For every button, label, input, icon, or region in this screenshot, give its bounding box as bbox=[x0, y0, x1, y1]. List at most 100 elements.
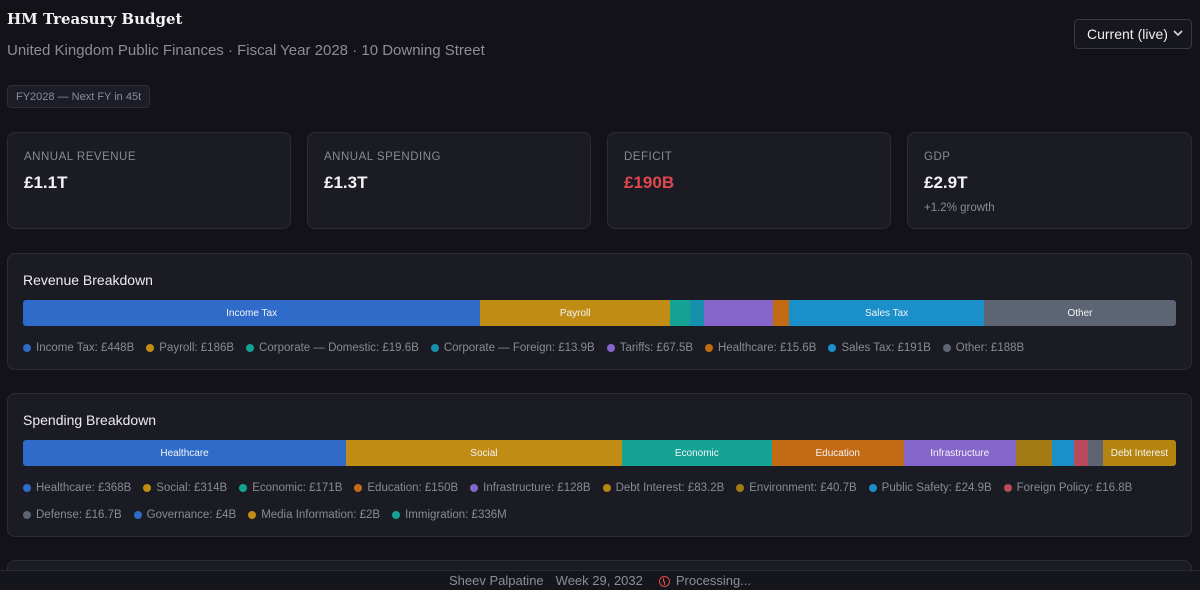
revenue-legend-item-other: Other: £188B bbox=[942, 341, 1025, 354]
stat-value: £2.9T bbox=[924, 173, 968, 192]
legend-label: Media Information: £2B bbox=[261, 508, 381, 521]
revenue-legend: Income Tax: £448B Payroll: £186B Corporate… bbox=[23, 341, 1176, 354]
stat-label: GDP bbox=[924, 151, 951, 163]
revenue-segment-payroll: Payroll bbox=[480, 300, 671, 326]
legend-label: Defense: £16.7B bbox=[36, 508, 122, 521]
legend-dot bbox=[705, 343, 714, 352]
stat-label: Deficit bbox=[624, 151, 673, 163]
panel-title: Revenue Breakdown bbox=[23, 272, 153, 288]
legend-dot bbox=[602, 483, 611, 492]
stat-card-deficit: Deficit £190B bbox=[607, 132, 891, 229]
legend-label: Debt Interest: £83.2B bbox=[615, 481, 725, 494]
legend-label: Income Tax: £448B bbox=[36, 341, 135, 354]
legend-label: Social: £314B bbox=[156, 481, 228, 494]
spending-legend-item-infrastructure: Infrastructure: £128B bbox=[470, 481, 591, 494]
revenue-segment-healthcare bbox=[773, 300, 790, 326]
spending-segment-public-safety bbox=[1051, 440, 1074, 466]
legend-label: Governance: £4B bbox=[146, 508, 237, 521]
panel-title: Spending Breakdown bbox=[23, 412, 157, 428]
spending-legend-item-environment: Environment: £40.7B bbox=[736, 481, 857, 494]
spending-legend-item-foreign-policy: Foreign Policy: £16.8B bbox=[1003, 481, 1133, 494]
revenue-segment-corporate-domestic bbox=[670, 300, 691, 326]
revenue-legend-item-tariffs: Tariffs: £67.5B bbox=[606, 341, 693, 354]
legend-dot bbox=[146, 343, 155, 352]
legend-label: Immigration: £336M bbox=[405, 508, 507, 521]
revenue-legend-item-corporate-domestic: Corporate — Domestic: £19.6B bbox=[246, 341, 419, 354]
legend-dot bbox=[23, 343, 31, 352]
revenue-legend-item-sales-tax: Sales Tax: £191B bbox=[828, 341, 931, 354]
spending-segment-infrastructure: Infrastructure bbox=[903, 440, 1016, 466]
legend-dot bbox=[354, 483, 363, 492]
legend-dot bbox=[23, 510, 31, 519]
legend-dot bbox=[430, 343, 439, 352]
spending-legend-item-media-information: Media Information: £2B bbox=[248, 508, 380, 521]
status-bar: Sheev Palpatine Week 29, 2032 Processing… bbox=[0, 570, 1200, 590]
revenue-legend-item-corporate-foreign: Corporate — Foreign: £13.9B bbox=[430, 341, 595, 354]
view-select[interactable]: Current (live) bbox=[1074, 19, 1192, 49]
spending-segment-environment bbox=[1015, 440, 1052, 466]
spending-legend-item-education: Education: £150B bbox=[354, 481, 458, 494]
app-title: HM Treasury Budget bbox=[7, 10, 183, 28]
legend-dot bbox=[239, 483, 248, 492]
clock-icon bbox=[658, 576, 670, 587]
legend-label: Economic: £171B bbox=[252, 481, 343, 494]
spending-breakdown-panel: Spending Breakdown Healthcare Social Econo… bbox=[7, 393, 1192, 537]
legend-label: Foreign Policy: £16.8B bbox=[1016, 481, 1133, 494]
fiscal-year-badge: FY2028 — Next FY in 45t bbox=[7, 85, 151, 108]
spending-legend-item-economic: Economic: £171B bbox=[239, 481, 342, 494]
stat-label: Annual Revenue bbox=[24, 151, 137, 163]
stat-value: £1.1T bbox=[24, 173, 68, 192]
view-select-value: Current (live) bbox=[1087, 26, 1168, 42]
legend-dot bbox=[470, 483, 479, 492]
legend-dot bbox=[23, 483, 31, 492]
legend-dot bbox=[868, 483, 877, 492]
spending-legend-item-public-safety: Public Safety: £24.9B bbox=[868, 481, 992, 494]
legend-dot bbox=[133, 510, 142, 519]
spending-legend: Healthcare: £368B Social: £314B Economic: … bbox=[23, 481, 1176, 521]
legend-label: Public Safety: £24.9B bbox=[881, 481, 992, 494]
revenue-stack-bar: Income Tax Payroll Sales Tax Other bbox=[23, 300, 1176, 326]
spending-stack-bar: Healthcare Social Economic Education Infrast… bbox=[23, 440, 1176, 466]
revenue-breakdown-panel: Revenue Breakdown Income Tax Payroll Sales… bbox=[7, 253, 1192, 370]
legend-label: Corporate — Foreign: £13.9B bbox=[443, 341, 595, 354]
legend-label: Corporate — Domestic: £19.6B bbox=[259, 341, 419, 354]
spending-legend-item-healthcare: Healthcare: £368B bbox=[23, 481, 131, 494]
revenue-segment-tariffs bbox=[704, 300, 774, 326]
legend-dot bbox=[606, 343, 615, 352]
stat-sub: +1.2% growth bbox=[924, 202, 995, 214]
user-name: Sheev Palpatine bbox=[448, 573, 544, 588]
stat-label: Annual Spending bbox=[324, 151, 441, 163]
revenue-segment-sales-tax: Sales Tax bbox=[789, 300, 985, 326]
revenue-segment-income-tax: Income Tax bbox=[23, 300, 481, 326]
chevron-down-icon bbox=[1173, 28, 1183, 40]
spending-legend-item-social: Social: £314B bbox=[143, 481, 227, 494]
revenue-legend-item-income-tax: Income Tax: £448B bbox=[23, 341, 134, 354]
game-date: Week 29, 2032 bbox=[555, 573, 643, 588]
legend-label: Infrastructure: £128B bbox=[483, 481, 591, 494]
stat-value: £190B bbox=[624, 173, 675, 192]
revenue-legend-item-payroll: Payroll: £186B bbox=[146, 341, 234, 354]
spending-segment-social: Social bbox=[346, 440, 622, 466]
spending-legend-item-debt-interest: Debt Interest: £83.2B bbox=[602, 481, 725, 494]
legend-label: Sales Tax: £191B bbox=[841, 341, 931, 354]
legend-dot bbox=[828, 343, 837, 352]
app-subtitle: United Kingdom Public Finances · Fiscal … bbox=[7, 42, 485, 59]
spending-segment-economic: Economic bbox=[621, 440, 772, 466]
legend-label: Other: £188B bbox=[955, 341, 1025, 354]
spending-segment-foreign-policy bbox=[1073, 440, 1089, 466]
legend-dot bbox=[1003, 483, 1012, 492]
stat-value: £1.3T bbox=[324, 173, 368, 192]
legend-dot bbox=[736, 483, 745, 492]
legend-label: Payroll: £186B bbox=[159, 341, 235, 354]
spending-legend-item-immigration: Immigration: £336M bbox=[392, 508, 507, 521]
stat-card-gdp: GDP £2.9T +1.2% growth bbox=[907, 132, 1192, 229]
stat-card-revenue: Annual Revenue £1.1T bbox=[7, 132, 291, 229]
revenue-segment-corporate-foreign bbox=[690, 300, 705, 326]
legend-dot bbox=[248, 510, 257, 519]
spending-segment-healthcare: Healthcare bbox=[23, 440, 347, 466]
legend-dot bbox=[392, 510, 401, 519]
stat-card-spending: Annual Spending £1.3T bbox=[307, 132, 591, 229]
processing-status: Processing... bbox=[675, 573, 752, 588]
spending-segment-education: Education bbox=[771, 440, 904, 466]
legend-dot bbox=[246, 343, 255, 352]
